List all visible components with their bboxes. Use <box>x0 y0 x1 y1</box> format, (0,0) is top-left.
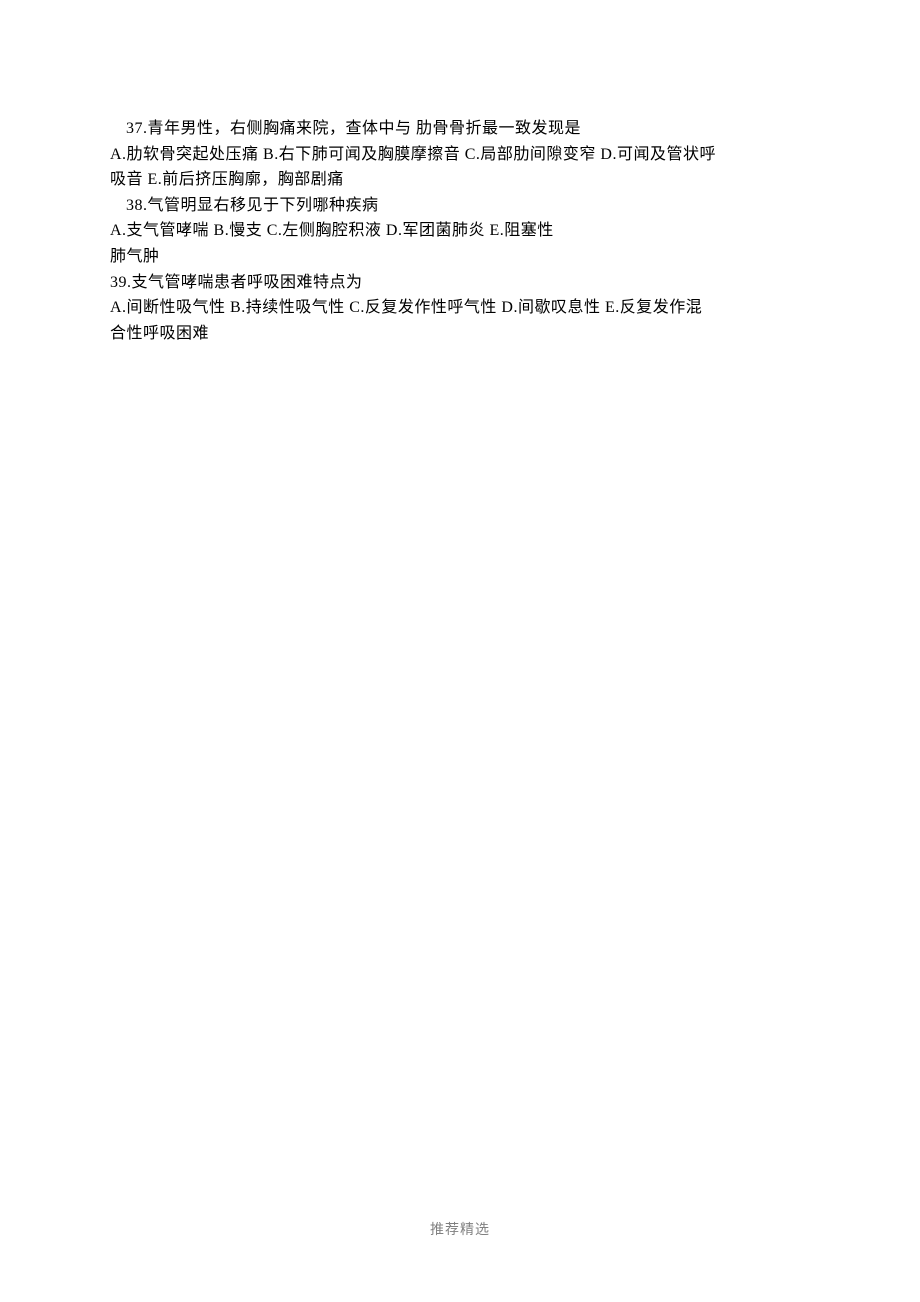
q38-number: 38 <box>126 197 143 214</box>
question-38-stem: 38.气管明显右移见于下列哪种疾病 <box>110 193 810 219</box>
q37-number: 37 <box>126 120 143 137</box>
question-37-options-line1: A.肋软骨突起处压痛 B.右下肺可闻及胸膜摩擦音 C.局部肋间隙变窄 D.可闻及… <box>110 142 810 168</box>
q38-text: 气管明显右移见于下列哪种疾病 <box>148 197 379 214</box>
question-39-options-line1: A.间断性吸气性 B.持续性吸气性 C.反复发作性呼气性 D.间歇叹息性 E.反… <box>110 295 810 321</box>
document-content: 37.青年男性，右侧胸痛来院，查体中与 肋骨骨折最一致发现是 A.肋软骨突起处压… <box>0 0 920 346</box>
question-39-stem: 39.支气管哮喘患者呼吸困难特点为 <box>110 270 810 296</box>
q37-text: 青年男性，右侧胸痛来院，查体中与 肋骨骨折最一致发现是 <box>148 120 582 137</box>
question-38-options-line1: A.支气管哮喘 B.慢支 C.左侧胸腔积液 D.军团菌肺炎 E.阻塞性 <box>110 218 810 244</box>
question-39-options-line2: 合性呼吸困难 <box>110 321 810 347</box>
question-37-options-line2: 吸音 E.前后挤压胸廓，胸部剧痛 <box>110 167 810 193</box>
q39-text: 支气管哮喘患者呼吸困难特点为 <box>132 274 363 291</box>
question-37-stem: 37.青年男性，右侧胸痛来院，查体中与 肋骨骨折最一致发现是 <box>110 116 810 142</box>
page-footer: 推荐精选 <box>0 1220 920 1242</box>
question-38-options-line2: 肺气肿 <box>110 244 810 270</box>
q39-number: 39 <box>110 274 127 291</box>
